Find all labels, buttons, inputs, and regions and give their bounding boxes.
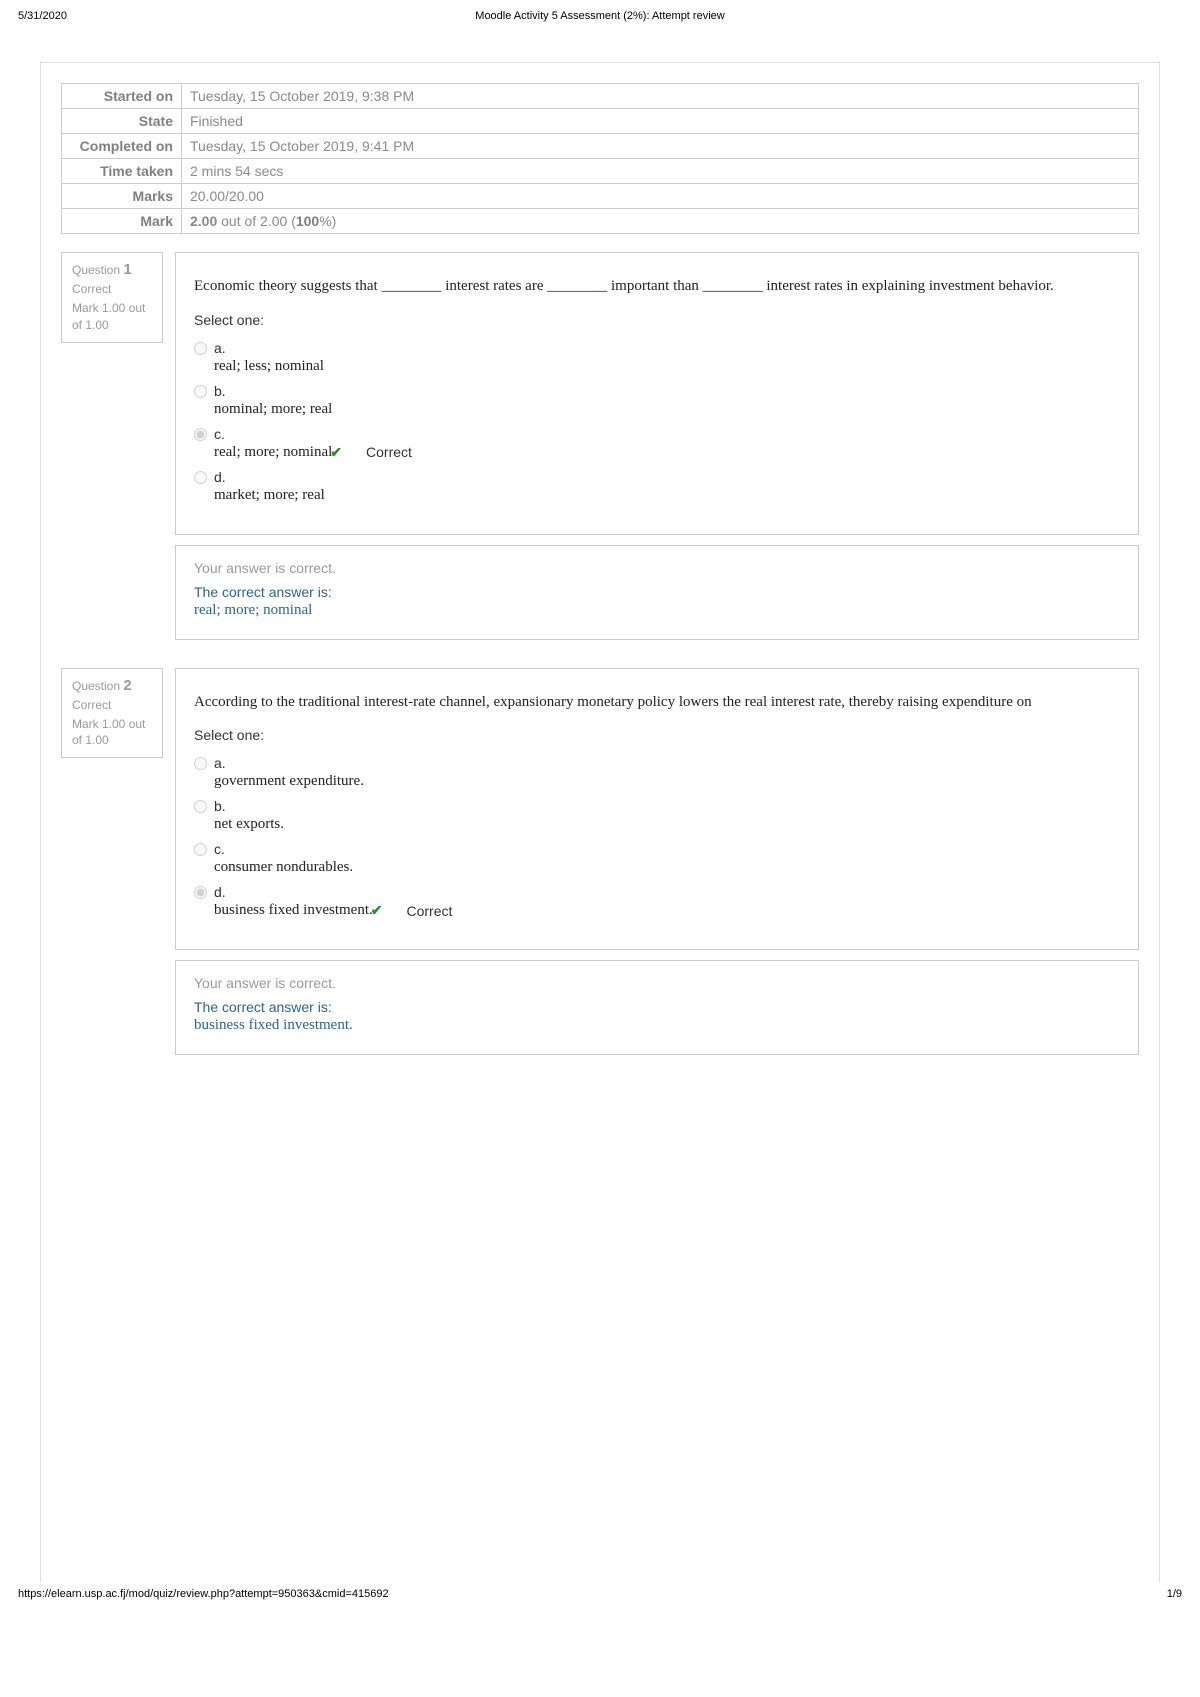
summary-value: 2.00 out of 2.00 (100%) [182,209,1139,234]
summary-label: Mark [62,209,182,234]
page-frame: Started onTuesday, 15 October 2019, 9:38… [40,62,1160,1582]
question-content: Economic theory suggests that ________ i… [175,252,1139,535]
option-letter: d. [214,884,1120,900]
option-radio[interactable] [194,757,207,770]
option-text: nominal; more; real [214,401,332,418]
option: c. consumer nondurables. [194,837,1120,880]
summary-label: Started on [62,84,182,109]
option-radio[interactable] [194,843,207,856]
question-status: Correct [72,282,152,296]
question-status: Correct [72,698,152,712]
summary-row: StateFinished [62,109,1139,134]
option-text: government expenditure. [214,773,364,790]
option-letter: b. [214,798,1120,814]
summary-value: 20.00/20.00 [182,184,1139,209]
option-text: business fixed investment. [214,902,373,919]
footer-url: https://elearn.usp.ac.fj/mod/quiz/review… [18,1588,389,1600]
feedback-correct-value: real; more; nominal [194,602,1120,619]
option-text: real; more; nominal [214,444,332,461]
feedback-your-answer: Your answer is correct. [194,975,1120,991]
option-radio[interactable] [194,385,207,398]
footer-page: 1/9 [1167,1588,1182,1600]
question-label: Question 1 [72,261,152,278]
option: b. nominal; more; real [194,379,1120,422]
feedback-your-answer: Your answer is correct. [194,560,1120,576]
correct-tag: Correct [366,444,412,460]
feedback-correct-value: business fixed investment. [194,1017,1120,1034]
feedback-box: Your answer is correct. The correct answe… [175,960,1139,1055]
feedback-correct-label: The correct answer is: [194,584,1120,600]
option-letter: b. [214,383,1120,399]
summary-label: State [62,109,182,134]
option-letter: c. [214,841,1120,857]
summary-value: Tuesday, 15 October 2019, 9:41 PM [182,134,1139,159]
option-letter: d. [214,469,1120,485]
select-one-label: Select one: [194,312,1120,328]
option-radio[interactable] [194,471,207,484]
option: c. real; more; nominal✔ Correct [194,422,1120,465]
option-text: real; less; nominal [214,358,324,375]
option-radio[interactable] [194,800,207,813]
summary-value: Tuesday, 15 October 2019, 9:38 PM [182,84,1139,109]
summary-row: Time taken2 mins 54 secs [62,159,1139,184]
question-text: Economic theory suggests that ________ i… [194,275,1120,298]
option-radio[interactable] [194,886,207,899]
question-info: Question 1 Correct Mark 1.00 out of 1.00 [61,252,163,343]
print-date: 5/31/2020 [18,10,138,22]
option-letter: a. [214,340,1120,356]
question-content: According to the traditional interest-ra… [175,668,1139,951]
question-mark: Mark 1.00 out of 1.00 [72,300,152,334]
summary-row-mark: Mark2.00 out of 2.00 (100%) [62,209,1139,234]
check-icon: ✔ [330,444,342,461]
correct-tag: Correct [406,903,452,919]
summary-label: Completed on [62,134,182,159]
summary-row: Completed onTuesday, 15 October 2019, 9:… [62,134,1139,159]
summary-row: Started onTuesday, 15 October 2019, 9:38… [62,84,1139,109]
summary-value: Finished [182,109,1139,134]
option-text: net exports. [214,816,284,833]
feedback-correct-label: The correct answer is: [194,999,1120,1015]
feedback-box: Your answer is correct. The correct answe… [175,545,1139,640]
option-radio[interactable] [194,342,207,355]
summary-label: Marks [62,184,182,209]
question-mark: Mark 1.00 out of 1.00 [72,716,152,750]
summary-label: Time taken [62,159,182,184]
question-info: Question 2 Correct Mark 1.00 out of 1.00 [61,668,163,759]
option-letter: a. [214,755,1120,771]
options-list: a. government expenditure. b. net exports. c… [194,751,1120,923]
option: a. real; less; nominal [194,336,1120,379]
option-text: consumer nondurables. [214,859,353,876]
option: d. business fixed investment.✔ Correct [194,880,1120,923]
print-footer: https://elearn.usp.ac.fj/mod/quiz/review… [0,1582,1200,1612]
question-block: Question 2 Correct Mark 1.00 out of 1.00 Ac… [61,668,1139,1056]
question-block: Question 1 Correct Mark 1.00 out of 1.00 Ec… [61,252,1139,640]
options-list: a. real; less; nominal b. nominal; more; re… [194,336,1120,508]
print-title: Moodle Activity 5 Assessment (2%): Attem… [138,10,1062,22]
check-icon: ✔ [371,902,383,919]
attempt-summary-table: Started onTuesday, 15 October 2019, 9:38… [61,83,1139,234]
option: a. government expenditure. [194,751,1120,794]
print-header: 5/31/2020 Moodle Activity 5 Assessment (… [0,0,1200,22]
option: d. market; more; real [194,465,1120,508]
question-label: Question 2 [72,677,152,694]
select-one-label: Select one: [194,727,1120,743]
summary-row: Marks20.00/20.00 [62,184,1139,209]
option-radio[interactable] [194,428,207,441]
summary-value: 2 mins 54 secs [182,159,1139,184]
question-text: According to the traditional interest-ra… [194,691,1120,714]
option-text: market; more; real [214,487,325,504]
option: b. net exports. [194,794,1120,837]
option-letter: c. [214,426,1120,442]
